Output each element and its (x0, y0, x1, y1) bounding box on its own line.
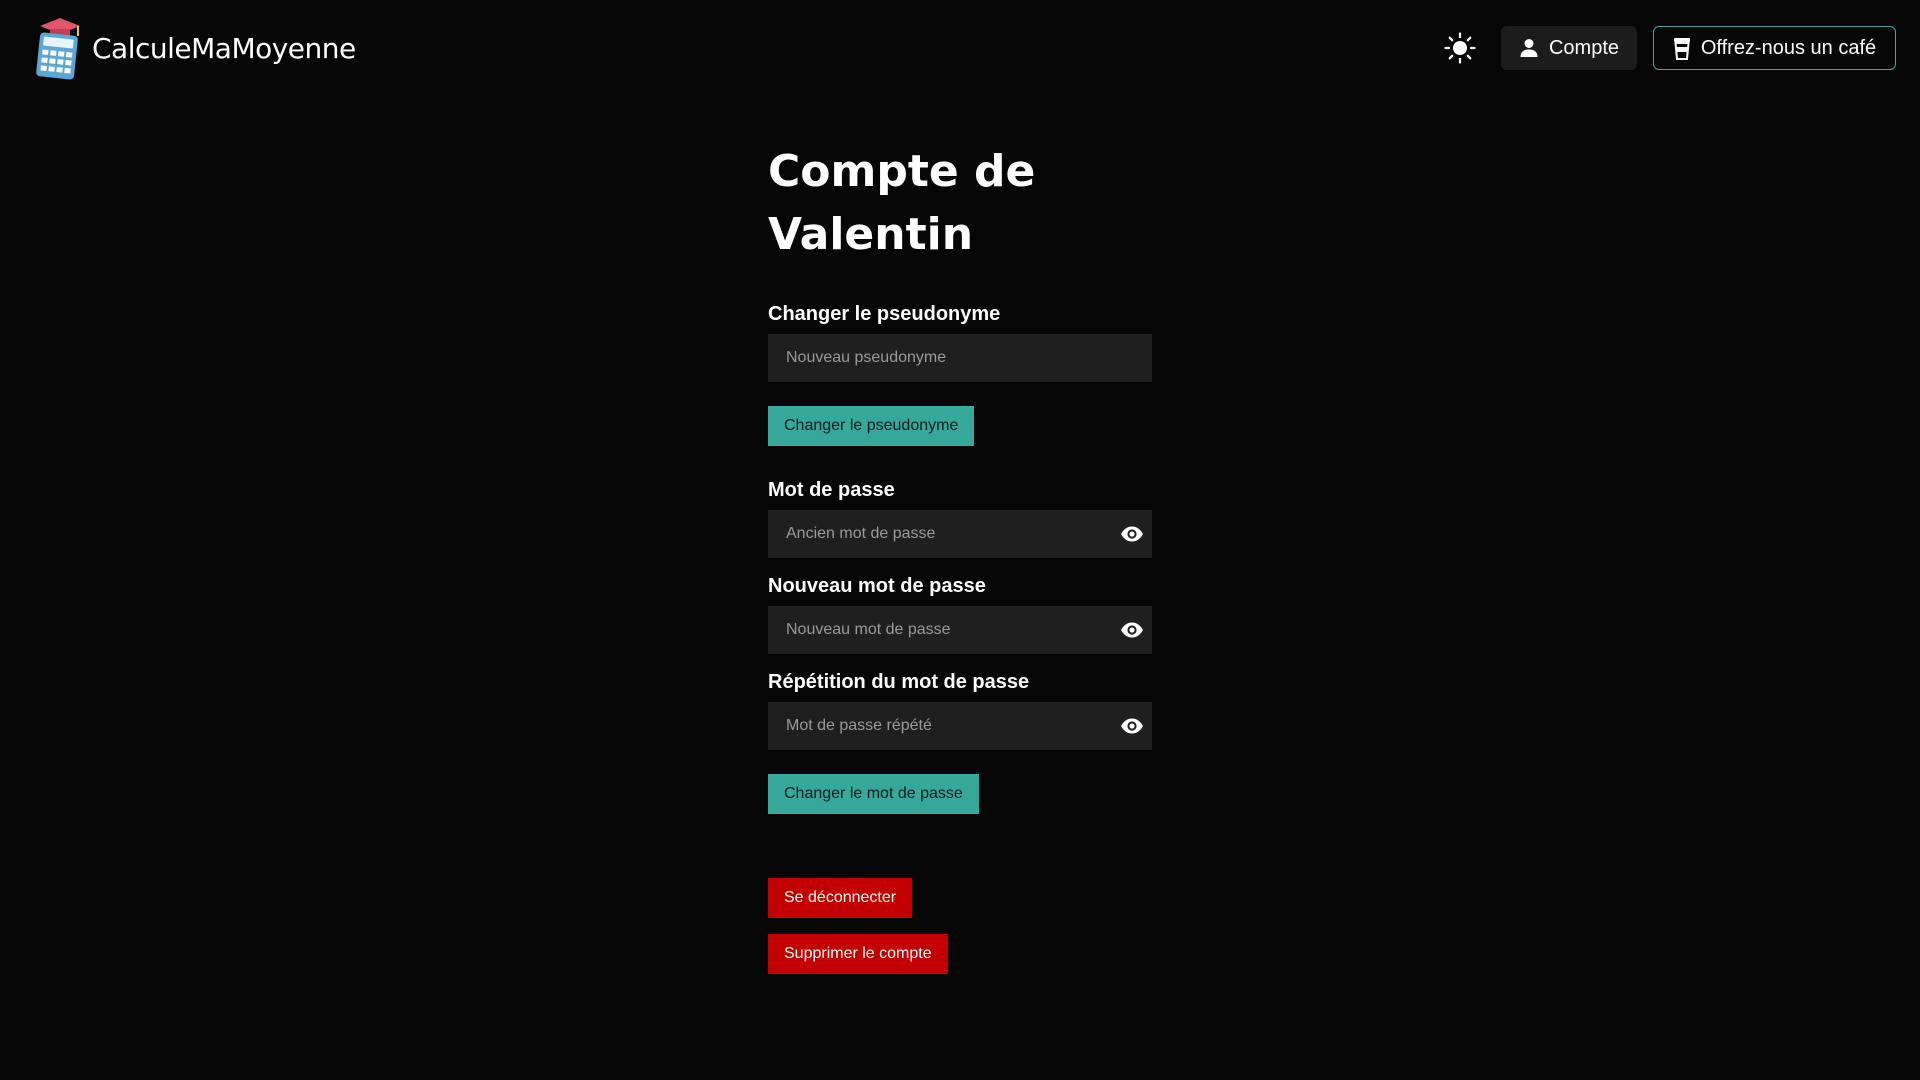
change-password-label: Changer le mot de passe (784, 785, 963, 802)
pseudo-field (768, 334, 1152, 382)
repeat-password-input[interactable] (784, 716, 1136, 736)
repeat-password-field (768, 702, 1152, 750)
account-label: Compte (1548, 36, 1620, 59)
brand-link[interactable]: CalculeMaMoyenne (32, 16, 356, 80)
eye-icon[interactable] (1120, 618, 1144, 642)
brand-name: CalculeMaMoyenne (92, 31, 356, 65)
new-password-label: Nouveau mot de passe (768, 575, 986, 597)
eye-icon[interactable] (1120, 522, 1144, 546)
change-pseudo-label: Changer le pseudonyme (784, 417, 959, 434)
sun-icon (1444, 32, 1476, 64)
old-password-field (768, 510, 1152, 558)
old-password-label: Mot de passe (768, 479, 895, 501)
pseudo-input[interactable] (784, 348, 1136, 368)
new-password-input[interactable] (784, 620, 1136, 640)
calculator-logo-icon (36, 18, 80, 80)
theme-toggle-button[interactable] (1441, 29, 1479, 67)
repeat-password-label: Répétition du mot de passe (768, 671, 1030, 693)
page-title-line1: Compte de (768, 146, 1036, 197)
old-password-input[interactable] (784, 524, 1136, 544)
new-password-field (768, 606, 1152, 654)
coffee-label: Offrez-nous un café (1700, 36, 1877, 59)
buy-coffee-button[interactable]: Offrez-nous un café (1653, 26, 1896, 70)
account-button[interactable]: Compte (1501, 26, 1637, 70)
delete-account-button[interactable]: Supprimer le compte (768, 934, 948, 974)
eye-icon[interactable] (1120, 714, 1144, 738)
change-password-button[interactable]: Changer le mot de passe (768, 774, 979, 814)
delete-account-label: Supprimer le compte (784, 945, 932, 962)
person-icon (1520, 39, 1538, 57)
coffee-cup-icon (1673, 38, 1690, 60)
top-bar: CalculeMaMoyenne Compte Offrez-nous un c… (0, 0, 1920, 96)
page-title-line2: Valentin (768, 209, 974, 260)
pseudo-label: Changer le pseudonyme (768, 303, 1001, 325)
logout-button[interactable]: Se déconnecter (768, 878, 913, 918)
page-title: Compte de Valentin (768, 140, 1152, 266)
change-pseudo-button[interactable]: Changer le pseudonyme (768, 406, 975, 446)
logout-label: Se déconnecter (784, 889, 897, 906)
account-panel: Compte de Valentin Changer le pseudonyme… (768, 140, 1152, 974)
